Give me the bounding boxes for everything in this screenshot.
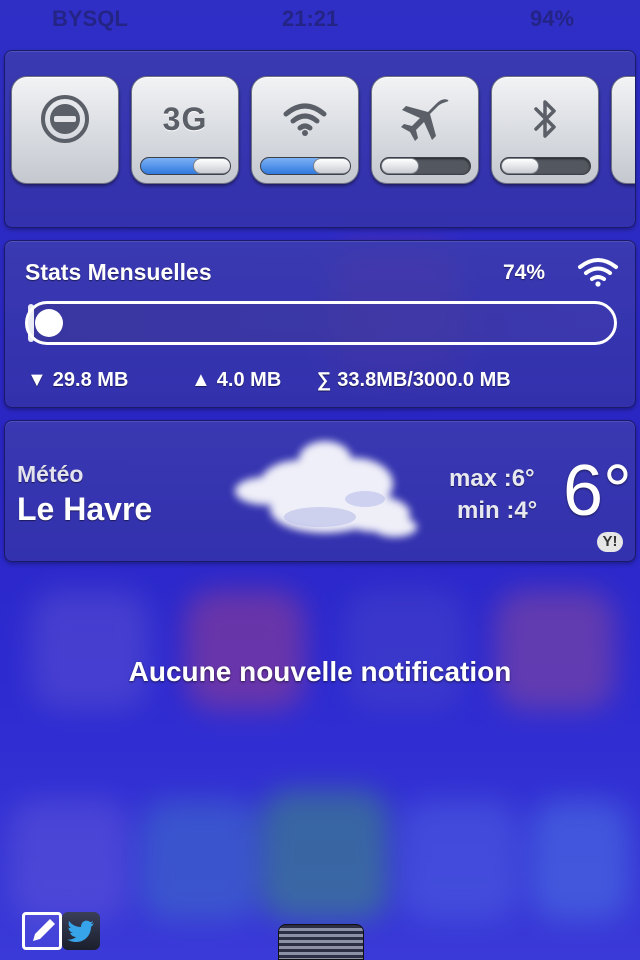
compose-button[interactable] [22, 912, 62, 950]
clock: 21:21 [282, 6, 339, 31]
bluetooth-switch[interactable] [500, 157, 591, 175]
twitter-button[interactable] [62, 912, 100, 950]
wifi-switch[interactable] [260, 157, 351, 175]
battery-percent: 94% [530, 6, 575, 31]
wifi-toggle[interactable] [251, 76, 359, 184]
data-usage-knob [35, 309, 63, 337]
3g-switch[interactable] [140, 157, 231, 175]
bluetooth-toggle[interactable] [491, 76, 599, 184]
upload-stat: ▲ 4.0 MB [191, 369, 281, 392]
signal-percent: 74% [503, 261, 546, 284]
twitter-bird-icon [67, 920, 94, 942]
stats-title: Stats Mensuelles [25, 259, 212, 285]
temperature-max: max :6° [449, 465, 535, 492]
bluetooth-icon [492, 97, 598, 141]
weather-label: Météo [17, 461, 84, 487]
sum-icon: ∑ [317, 369, 332, 391]
temperature-min: min :4° [457, 497, 538, 524]
pencil-icon [33, 919, 55, 941]
do-not-disturb-toggle[interactable] [11, 76, 119, 184]
weather-panel[interactable]: Météo Le Havre max :6° min :4° 6° Y! [4, 420, 636, 562]
toggles-panel: 3G [4, 50, 636, 228]
city-name: Le Havre [17, 491, 153, 527]
3g-toggle[interactable]: 3G [131, 76, 239, 184]
data-usage-fill [28, 304, 35, 342]
3g-icon: 3G [162, 100, 208, 137]
total-stat: ∑ 33.8MB/3000.0 MB [317, 369, 511, 392]
cloud-icon [235, 441, 417, 537]
wifi-icon [252, 97, 358, 141]
airplane-toggle[interactable] [371, 76, 479, 184]
current-temperature: 6° [563, 451, 632, 531]
upload-arrow-icon: ▲ [191, 369, 211, 391]
total-value: 33.8MB/3000.0 MB [337, 369, 511, 391]
data-stats-panel: Stats Mensuelles 74% ▼ 29.8 MB ▲ 4.0 MB ∑ 3… [4, 240, 636, 408]
download-stat: ▼ 29.8 MB [27, 369, 128, 392]
airplane-switch[interactable] [380, 157, 471, 175]
minus-circle-icon [12, 95, 118, 143]
upload-value: 4.0 MB [216, 369, 282, 391]
status-bar: BYSQL 21:21 94% [0, 0, 640, 40]
data-usage-bar [25, 301, 617, 345]
no-notifications-message: Aucune nouvelle notification [128, 656, 512, 687]
notification-center-grabber[interactable] [278, 924, 364, 960]
carrier-name: BYSQL [52, 6, 128, 31]
yahoo-logo-icon: Y! [597, 531, 635, 555]
airplane-icon [372, 97, 478, 141]
wifi-icon [578, 258, 618, 287]
more-toggle[interactable] [611, 76, 635, 184]
download-arrow-icon: ▼ [27, 369, 47, 391]
download-value: 29.8 MB [52, 369, 129, 391]
